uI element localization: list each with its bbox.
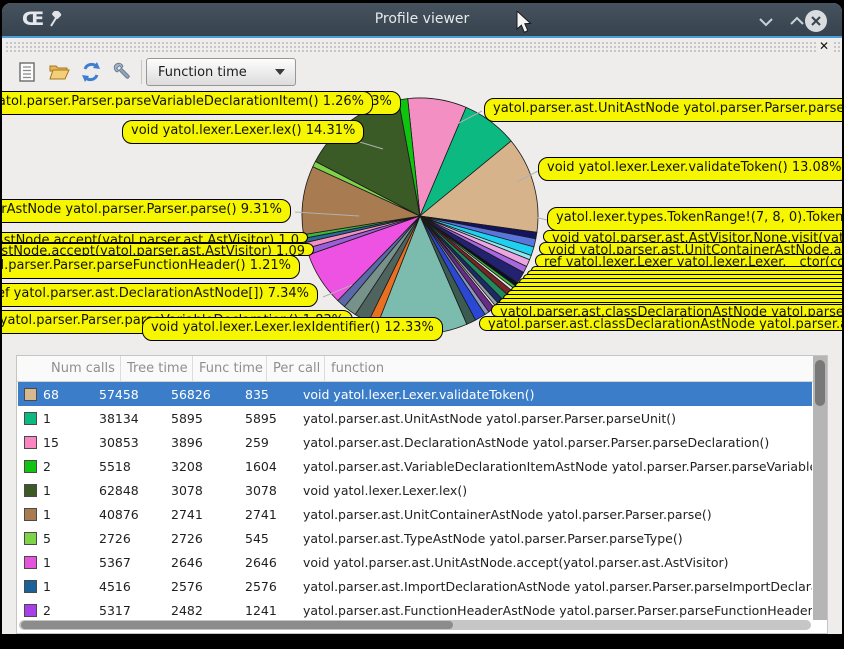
- per-call-cell: 2646: [239, 555, 297, 570]
- chart-callout-label: de yatol.parser.Parser.parseVariableDecl…: [2, 91, 373, 115]
- num-calls-cell: 5: [37, 531, 93, 546]
- per-call-cell: 1604: [239, 459, 297, 474]
- per-call-cell: 835: [239, 387, 297, 402]
- chart-callout-label: yatol.lexer.types.TokenRange!(7, 8, 0).T…: [547, 207, 842, 231]
- function-cell: yatol.parser.ast.DeclarationAstNode yato…: [297, 435, 812, 450]
- chart-callout-label: void yatol.lexer.Lexer.lex() 14.31%: [122, 120, 364, 144]
- func-time-cell: 3896: [165, 435, 239, 450]
- func-time-cell: 2646: [165, 555, 239, 570]
- slice-color-swatch: [24, 484, 37, 497]
- table-row[interactable]: 13813458955895yatol.parser.ast.UnitAstNo…: [18, 406, 812, 430]
- tree-time-cell: 38134: [93, 411, 165, 426]
- function-cell: yatol.parser.ast.FunctionHeaderAstNode y…: [297, 603, 812, 618]
- chart-callout-label: void yatol.parser.ast.UnitAstNode.accept…: [2, 232, 308, 243]
- num-calls-cell: 1: [37, 411, 93, 426]
- horizontal-scrollbar[interactable]: [19, 620, 811, 630]
- function-cell: void yatol.parser.ast.UnitAstNode.accept…: [297, 555, 812, 570]
- vertical-scrollbar-thumb[interactable]: [815, 360, 825, 406]
- tree-time-cell: 57458: [93, 387, 165, 402]
- function-cell: yatol.parser.ast.ImportDeclarationAstNod…: [297, 579, 812, 594]
- func-time-cell: 56826: [165, 387, 239, 402]
- column-header-swatch[interactable]: [17, 356, 45, 381]
- func-time-cell: 3208: [165, 459, 239, 474]
- chart-callout-label: yatol.parser.ast.classDeclarationAstNode…: [479, 316, 842, 331]
- slice-color-swatch: [24, 532, 37, 545]
- per-call-cell: 2576: [239, 579, 297, 594]
- function-cell: yatol.parser.ast.UnitContainerAstNode ya…: [297, 507, 812, 522]
- slice-color-swatch: [24, 460, 37, 473]
- tree-time-cell: 30853: [93, 435, 165, 450]
- function-cell: void yatol.lexer.Lexer.validateToken(): [297, 387, 812, 402]
- func-time-cell: 2726: [165, 531, 239, 546]
- tree-time-cell: 5518: [93, 459, 165, 474]
- num-calls-cell: 15: [37, 435, 93, 450]
- column-header-Per call[interactable]: Per call: [267, 356, 325, 381]
- table-row[interactable]: 1536726462646void yatol.parser.ast.UnitA…: [18, 550, 812, 574]
- slice-color-swatch: [24, 436, 37, 449]
- num-calls-cell: 2: [37, 459, 93, 474]
- slice-color-swatch: [24, 556, 37, 569]
- chart-callout-label: ainerAstNode yatol.parser.Parser.parse()…: [2, 199, 291, 223]
- per-call-cell: 545: [239, 531, 297, 546]
- num-calls-cell: 68: [37, 387, 93, 402]
- table-row[interactable]: 2551832081604yatol.parser.ast.VariableDe…: [18, 454, 812, 478]
- screen: Œ Profile viewer: [0, 0, 844, 649]
- num-calls-cell: 2: [37, 603, 93, 618]
- slice-color-swatch: [24, 388, 37, 401]
- per-call-cell: 3078: [239, 483, 297, 498]
- num-calls-cell: 1: [37, 579, 93, 594]
- column-header-Tree time[interactable]: Tree time: [121, 356, 193, 381]
- tree-time-cell: 40876: [93, 507, 165, 522]
- table-row[interactable]: 527262726545yatol.parser.ast.TypeAstNode…: [18, 526, 812, 550]
- vertical-scrollbar[interactable]: [813, 356, 827, 620]
- per-call-cell: 2741: [239, 507, 297, 522]
- profile-table: Num callsTree timeFunc timePer callfunct…: [16, 355, 828, 634]
- table-header: Num callsTree timeFunc timePer callfunct…: [17, 356, 813, 382]
- per-call-cell: 1241: [239, 603, 297, 618]
- table-row[interactable]: 14087627412741yatol.parser.ast.UnitConta…: [18, 502, 812, 526]
- function-cell: yatol.parser.ast.TypeAstNode yatol.parse…: [297, 531, 812, 546]
- function-cell: yatol.parser.ast.UnitAstNode yatol.parse…: [297, 411, 812, 426]
- chart-callout-label: ns(ref yatol.parser.ast.DeclarationAstNo…: [2, 283, 318, 307]
- column-header-Func time[interactable]: Func time: [193, 356, 267, 381]
- table-row[interactable]: 2531724821241yatol.parser.ast.FunctionHe…: [18, 598, 812, 622]
- column-header-function[interactable]: function: [325, 356, 813, 381]
- table-row[interactable]: 15308533896259yatol.parser.ast.Declarati…: [18, 430, 812, 454]
- tree-time-cell: 5367: [93, 555, 165, 570]
- function-cell: void yatol.lexer.Lexer.lex(): [297, 483, 812, 498]
- slice-color-swatch: [24, 580, 37, 593]
- tree-time-cell: 5317: [93, 603, 165, 618]
- func-time-cell: 5895: [165, 411, 239, 426]
- func-time-cell: 2576: [165, 579, 239, 594]
- tree-time-cell: 2726: [93, 531, 165, 546]
- chart-callout-label: void yatol.lexer.Lexer.lexIdentifier() 1…: [142, 317, 443, 341]
- chart-callout-label: atol.parser.Parser.parseFunctionHeader()…: [2, 255, 300, 279]
- tree-time-cell: 62848: [93, 483, 165, 498]
- func-time-cell: 2741: [165, 507, 239, 522]
- table-row[interactable]: 16284830783078void yatol.lexer.Lexer.lex…: [18, 478, 812, 502]
- function-cell: yatol.parser.ast.VariableDeclarationItem…: [297, 459, 812, 474]
- slice-color-swatch: [24, 412, 37, 425]
- per-call-cell: 5895: [239, 411, 297, 426]
- table-row[interactable]: 1451625762576yatol.parser.ast.ImportDecl…: [18, 574, 812, 598]
- num-calls-cell: 1: [37, 555, 93, 570]
- slice-color-swatch: [24, 604, 37, 617]
- num-calls-cell: 1: [37, 507, 93, 522]
- column-header-Num calls[interactable]: Num calls: [45, 356, 121, 381]
- num-calls-cell: 1: [37, 483, 93, 498]
- chart-callout-label: void yatol.lexer.Lexer.validateToken() 1…: [538, 157, 842, 181]
- func-time-cell: 2482: [165, 603, 239, 618]
- func-time-cell: 3078: [165, 483, 239, 498]
- chart-callout-label: yatol.parser.ast.UnitAstNode yatol.parse…: [484, 98, 842, 122]
- profile-viewer-window: Œ Profile viewer: [2, 3, 842, 634]
- slice-color-swatch: [24, 508, 37, 521]
- tree-time-cell: 4516: [93, 579, 165, 594]
- horizontal-scrollbar-thumb[interactable]: [21, 621, 453, 629]
- table-row[interactable]: 685745856826835void yatol.lexer.Lexer.va…: [18, 382, 812, 406]
- per-call-cell: 259: [239, 435, 297, 450]
